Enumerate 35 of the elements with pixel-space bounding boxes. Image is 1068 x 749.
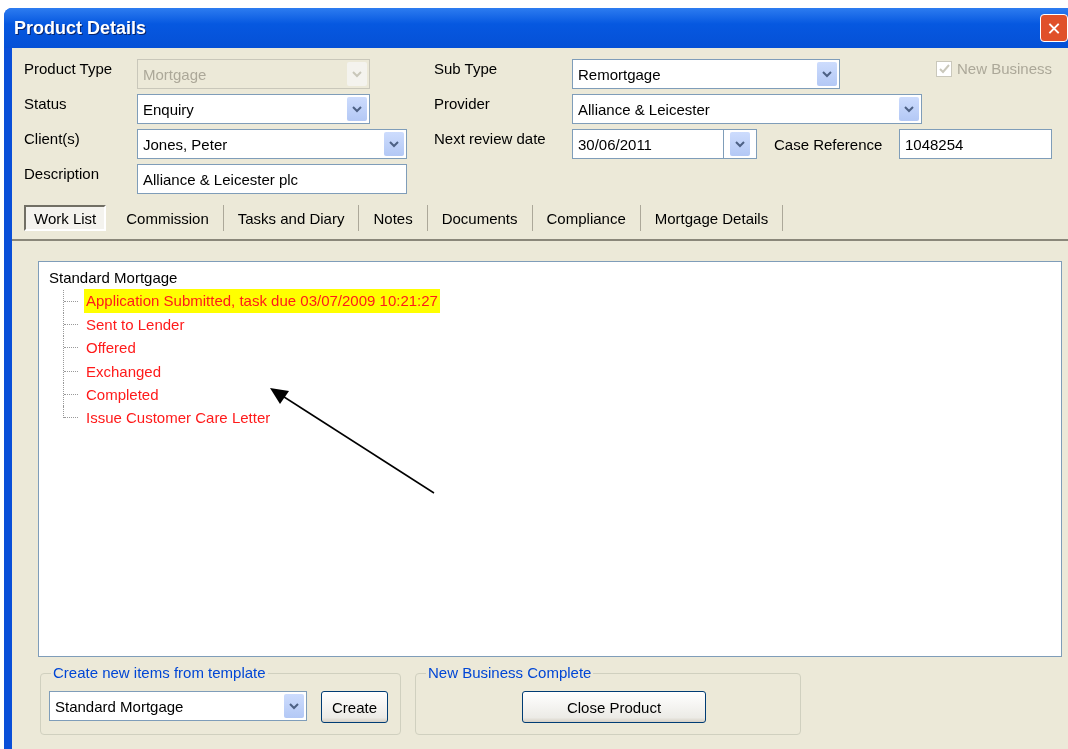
provider-dropdown[interactable]: Alliance & Leicester	[572, 94, 922, 124]
date-picker[interactable]: 30/06/2011	[572, 129, 757, 159]
template-dropdown[interactable]: Standard Mortgage	[49, 691, 307, 721]
field-label: Status	[24, 95, 68, 112]
field-label: Description	[24, 165, 101, 182]
tree-item[interactable]: Issue Customer Care Letter	[84, 406, 273, 430]
tab[interactable]: Tasks and Diary	[223, 205, 360, 231]
field-label: Client(s)	[24, 130, 81, 147]
field-label: Case Reference	[774, 135, 884, 153]
check-icon	[938, 63, 950, 74]
description-field[interactable]: Alliance & Leicester plc	[137, 164, 407, 194]
tab[interactable]: Notes	[359, 205, 428, 231]
field-label: Product Type	[24, 60, 114, 77]
tree-item[interactable]: Sent to Lender	[84, 312, 187, 337]
tree-item[interactable]: Offered	[84, 336, 138, 360]
field-label: Next review date	[434, 130, 547, 147]
field-label: Provider	[434, 95, 491, 112]
close-product-button[interactable]: Close Product	[522, 691, 706, 723]
tab[interactable]: Documents	[427, 205, 533, 231]
tree-item[interactable]: Application Submitted, task due 03/07/2009 10:21:27	[84, 289, 440, 313]
close-button[interactable]: ✕	[1040, 14, 1068, 42]
create-button[interactable]: Create	[321, 691, 388, 723]
window-title: Product Details	[14, 17, 147, 39]
field-label: Sub Type	[434, 60, 499, 77]
status-dropdown[interactable]: Enquiry	[137, 94, 370, 124]
tree-node[interactable]: Standard Mortgage	[49, 266, 178, 290]
tab[interactable]: Compliance	[532, 205, 641, 231]
tab[interactable]: Mortgage Details	[640, 205, 784, 231]
tree-item[interactable]: Exchanged	[84, 359, 164, 384]
tab[interactable]: Work List	[24, 205, 107, 231]
case-reference-field[interactable]: 1048254	[899, 129, 1052, 159]
tab[interactable]: Commission	[112, 205, 224, 231]
tree-item[interactable]: Completed	[84, 383, 161, 407]
clients-dropdown[interactable]: Jones, Peter	[137, 129, 407, 159]
sub-type-dropdown[interactable]: Remortgage	[572, 59, 840, 89]
